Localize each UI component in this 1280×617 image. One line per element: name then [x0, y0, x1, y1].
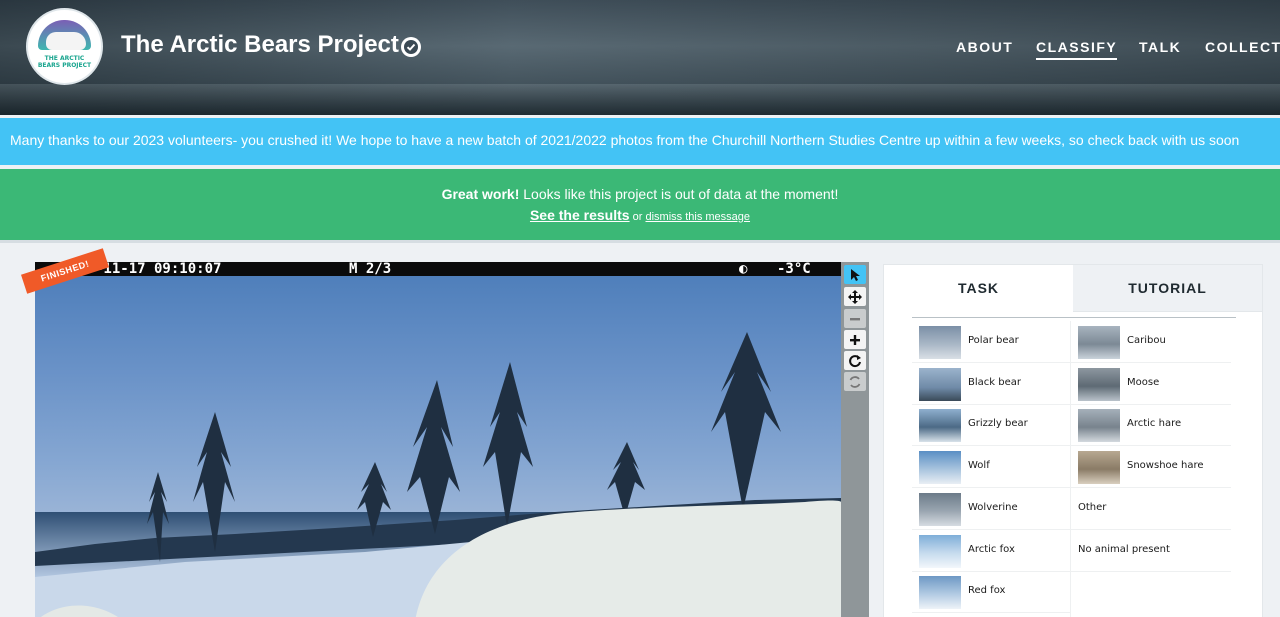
choice-no-animal-present[interactable]: No animal present [1071, 531, 1231, 572]
choice-wolverine[interactable]: Wolverine [912, 489, 1070, 530]
choice-polar-bear[interactable]: Polar bear [912, 322, 1070, 363]
choice-label: Grizzly bear [968, 418, 1028, 430]
choice-thumbnail [919, 409, 961, 443]
choice-label: No animal present [1078, 543, 1170, 555]
nav-classify[interactable]: CLASSIFY [1036, 39, 1118, 60]
choice-wolf[interactable]: Wolf [912, 447, 1070, 489]
choice-red-fox[interactable]: Red fox [912, 572, 1070, 614]
choice-thumbnail [919, 576, 961, 610]
reset-icon[interactable] [844, 372, 866, 391]
choice-caribou[interactable]: Caribou [1071, 322, 1231, 363]
choice-label: Arctic hare [1127, 418, 1182, 430]
choice-other[interactable]: Other [1071, 489, 1231, 530]
stamp-mode: M 2/3 [349, 262, 392, 277]
choice-thumbnail [1078, 451, 1120, 485]
choice-thumbnail [919, 367, 961, 401]
choice-thumbnail [919, 534, 961, 568]
choice-label: Arctic fox [968, 543, 1015, 555]
choice-label: Caribou [1127, 335, 1166, 346]
choice-label: Wolf [968, 460, 990, 472]
choice-label: Polar bear [968, 335, 1019, 346]
task-tabs: TASK TUTORIAL [884, 265, 1262, 312]
verified-badge-icon [401, 37, 421, 57]
choice-snowshoe-hare[interactable]: Snowshoe hare [1071, 447, 1231, 489]
stamp-date: -11-17 09:10:07 [95, 262, 222, 277]
trail-camera-scene [35, 332, 841, 617]
task-panel: TASK TUTORIAL Polar bear Black bear Grizzl… [883, 264, 1263, 617]
choice-label: Other [1078, 501, 1107, 513]
pointer-icon[interactable] [844, 265, 866, 284]
out-of-data-banner: Great work! Looks like this project is o… [0, 169, 1280, 240]
moon-phase-icon: ◐ [739, 262, 748, 277]
choice-moose[interactable]: Moose [1071, 364, 1231, 405]
subject-image[interactable]: -11-17 09:10:07 M 2/3 ◐ -3°C [35, 262, 841, 617]
choice-label: Red fox [968, 585, 1006, 597]
choice-grizzly-bear[interactable]: Grizzly bear [912, 405, 1070, 447]
choice-thumbnail [1078, 326, 1120, 359]
out-of-data-bold: Great work! [441, 186, 520, 202]
choices-divider [912, 317, 1236, 318]
nav-about[interactable]: ABOUT [956, 39, 1013, 55]
move-icon[interactable] [844, 287, 866, 306]
project-logo[interactable]: THE ARCTIC BEARS PROJECT [26, 8, 103, 85]
tab-tutorial[interactable]: TUTORIAL [1073, 265, 1262, 312]
choice-thumbnail [1078, 367, 1120, 401]
choice-label: Snowshoe hare [1127, 460, 1204, 472]
divider [0, 240, 1280, 243]
choice-thumbnail [919, 326, 961, 359]
choice-label: Black bear [968, 376, 1021, 388]
announcement-banner: Many thanks to our 2023 volunteers- you … [0, 118, 1280, 165]
choice-black-bear[interactable]: Black bear [912, 364, 1070, 405]
choice-arctic-hare[interactable]: Arctic hare [1071, 405, 1231, 447]
out-of-data-message: Great work! Looks like this project is o… [0, 186, 1280, 202]
choice-label: Moose [1127, 376, 1160, 388]
or-text: or [629, 211, 646, 223]
dismiss-message-link[interactable]: dismiss this message [645, 211, 750, 223]
announcement-text: Many thanks to our 2023 volunteers- you … [10, 132, 1240, 148]
choice-thumbnail [919, 451, 961, 485]
zoom-out-icon[interactable] [844, 309, 866, 328]
out-of-data-text: Looks like this project is out of data a… [519, 186, 839, 202]
zoom-in-icon[interactable] [844, 330, 866, 349]
stamp-temperature: -3°C [777, 262, 811, 277]
choice-thumbnail [919, 492, 961, 526]
choice-label: Wolverine [968, 501, 1018, 513]
choice-thumbnail [1078, 409, 1120, 443]
choice-arctic-fox[interactable]: Arctic fox [912, 531, 1070, 572]
nav-collect[interactable]: COLLECT [1205, 39, 1280, 55]
header-background-ridge [0, 84, 1280, 115]
tab-task[interactable]: TASK [884, 265, 1073, 312]
logo-bear [46, 32, 86, 50]
out-of-data-links: See the results or dismiss this message [0, 207, 1280, 223]
project-header: THE ARCTIC BEARS PROJECT The Arctic Bears… [0, 0, 1280, 115]
image-toolbar [841, 262, 869, 617]
rotate-icon[interactable] [844, 351, 866, 370]
see-results-link[interactable]: See the results [530, 207, 630, 223]
logo-text: THE ARCTIC BEARS PROJECT [37, 55, 92, 69]
nav-talk[interactable]: TALK [1139, 39, 1181, 55]
project-title[interactable]: The Arctic Bears Project [121, 31, 399, 59]
camera-info-strip: -11-17 09:10:07 M 2/3 ◐ -3°C [35, 262, 841, 276]
